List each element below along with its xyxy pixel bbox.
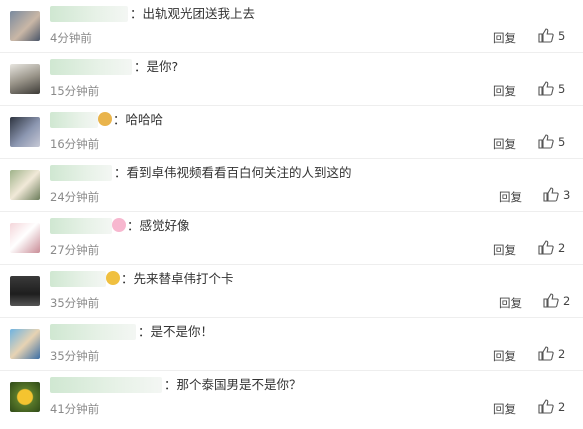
timestamp: 24分钟前 — [50, 190, 100, 204]
comment-text: ：出轨观光团送我上去 — [130, 6, 256, 21]
like-button[interactable]: 5 — [538, 28, 565, 43]
thumbs-up-icon — [543, 187, 559, 202]
avatar[interactable] — [10, 276, 40, 306]
like-button[interactable]: 2 — [543, 293, 570, 308]
comment-text: ：看到卓伟视频看看百白何关注的人到这的 — [114, 165, 352, 180]
comment-row: ：是你? 15分钟前 回复 5 — [0, 53, 583, 106]
username-blurred[interactable] — [50, 271, 106, 287]
like-button[interactable]: 2 — [538, 346, 565, 361]
thumbs-up-icon — [538, 346, 554, 361]
comment-row: ：出轨观光团送我上去 4分钟前 回复 5 — [0, 0, 583, 53]
reply-button[interactable]: 回复 — [493, 242, 516, 258]
timestamp: 41分钟前 — [50, 402, 100, 416]
like-count: 2 — [558, 399, 566, 414]
timestamp: 16分钟前 — [50, 137, 100, 151]
like-button[interactable]: 2 — [538, 399, 565, 414]
avatar[interactable] — [10, 329, 40, 359]
reply-button[interactable]: 回复 — [493, 348, 516, 364]
reply-button[interactable]: 回复 — [493, 136, 516, 152]
like-count: 2 — [558, 240, 566, 255]
comment-text: ：是你? — [134, 59, 179, 74]
username-blurred[interactable] — [50, 324, 136, 340]
comment-text: ：感觉好像 — [112, 217, 190, 235]
like-count: 2 — [563, 293, 571, 308]
reply-button[interactable]: 回复 — [493, 30, 516, 46]
comment-text: ：哈哈哈 — [98, 111, 163, 129]
comment-row: ：那个泰国男是不是你？ 41分钟前 回复 2 — [0, 371, 583, 424]
like-button[interactable]: 3 — [543, 187, 570, 202]
timestamp: 4分钟前 — [50, 31, 92, 45]
comment-text: ：先来替卓伟打个卡 — [106, 270, 234, 288]
comment-list: ：出轨观光团送我上去 4分钟前 回复 5 ：是你? 15分钟前 回复 5 ：哈哈… — [0, 0, 583, 429]
avatar[interactable] — [10, 117, 40, 147]
like-count: 3 — [563, 187, 571, 202]
avatar[interactable] — [10, 382, 40, 412]
like-count: 5 — [558, 81, 566, 96]
username-blurred[interactable] — [50, 165, 112, 181]
heart-emoji-icon — [112, 218, 126, 232]
thumbs-up-icon — [543, 293, 559, 308]
avatar[interactable] — [10, 223, 40, 253]
like-button[interactable]: 5 — [538, 134, 565, 149]
like-count: 5 — [558, 28, 566, 43]
reply-button[interactable]: 回复 — [499, 189, 522, 205]
comment-row: ：感觉好像 27分钟前 回复 2 — [0, 212, 583, 265]
comment-row: ：先来替卓伟打个卡 35分钟前 回复 2 — [0, 265, 583, 318]
comment-row: ：看到卓伟视频看看百白何关注的人到这的 24分钟前 回复 3 — [0, 159, 583, 212]
emoji-icon — [98, 112, 112, 126]
timestamp: 35分钟前 — [50, 349, 100, 363]
reply-button[interactable]: 回复 — [493, 83, 516, 99]
username-blurred[interactable] — [50, 112, 98, 128]
username-blurred[interactable] — [50, 377, 162, 393]
like-count: 5 — [558, 134, 566, 149]
avatar[interactable] — [10, 64, 40, 94]
like-button[interactable]: 5 — [538, 81, 565, 96]
comment-text: ：那个泰国男是不是你？ — [164, 377, 302, 392]
timestamp: 15分钟前 — [50, 84, 100, 98]
username-blurred[interactable] — [50, 6, 128, 22]
timestamp: 27分钟前 — [50, 243, 100, 257]
thumbs-up-icon — [538, 81, 554, 96]
timestamp: 35分钟前 — [50, 296, 100, 310]
emoji-icon — [106, 271, 120, 285]
thumbs-up-icon — [538, 28, 554, 43]
thumbs-up-icon — [538, 134, 554, 149]
comment-text: ：是不是你！ — [138, 324, 214, 339]
like-button[interactable]: 2 — [538, 240, 565, 255]
comment-row: ：是不是你！ 35分钟前 回复 2 — [0, 318, 583, 371]
reply-button[interactable]: 回复 — [493, 401, 516, 417]
username-blurred[interactable] — [50, 218, 112, 234]
thumbs-up-icon — [538, 399, 554, 414]
comment-row: ：哈哈哈 16分钟前 回复 5 — [0, 106, 583, 159]
username-blurred[interactable] — [50, 59, 132, 75]
thumbs-up-icon — [538, 240, 554, 255]
avatar[interactable] — [10, 11, 40, 41]
like-count: 2 — [558, 346, 566, 361]
avatar[interactable] — [10, 170, 40, 200]
reply-button[interactable]: 回复 — [499, 295, 522, 311]
